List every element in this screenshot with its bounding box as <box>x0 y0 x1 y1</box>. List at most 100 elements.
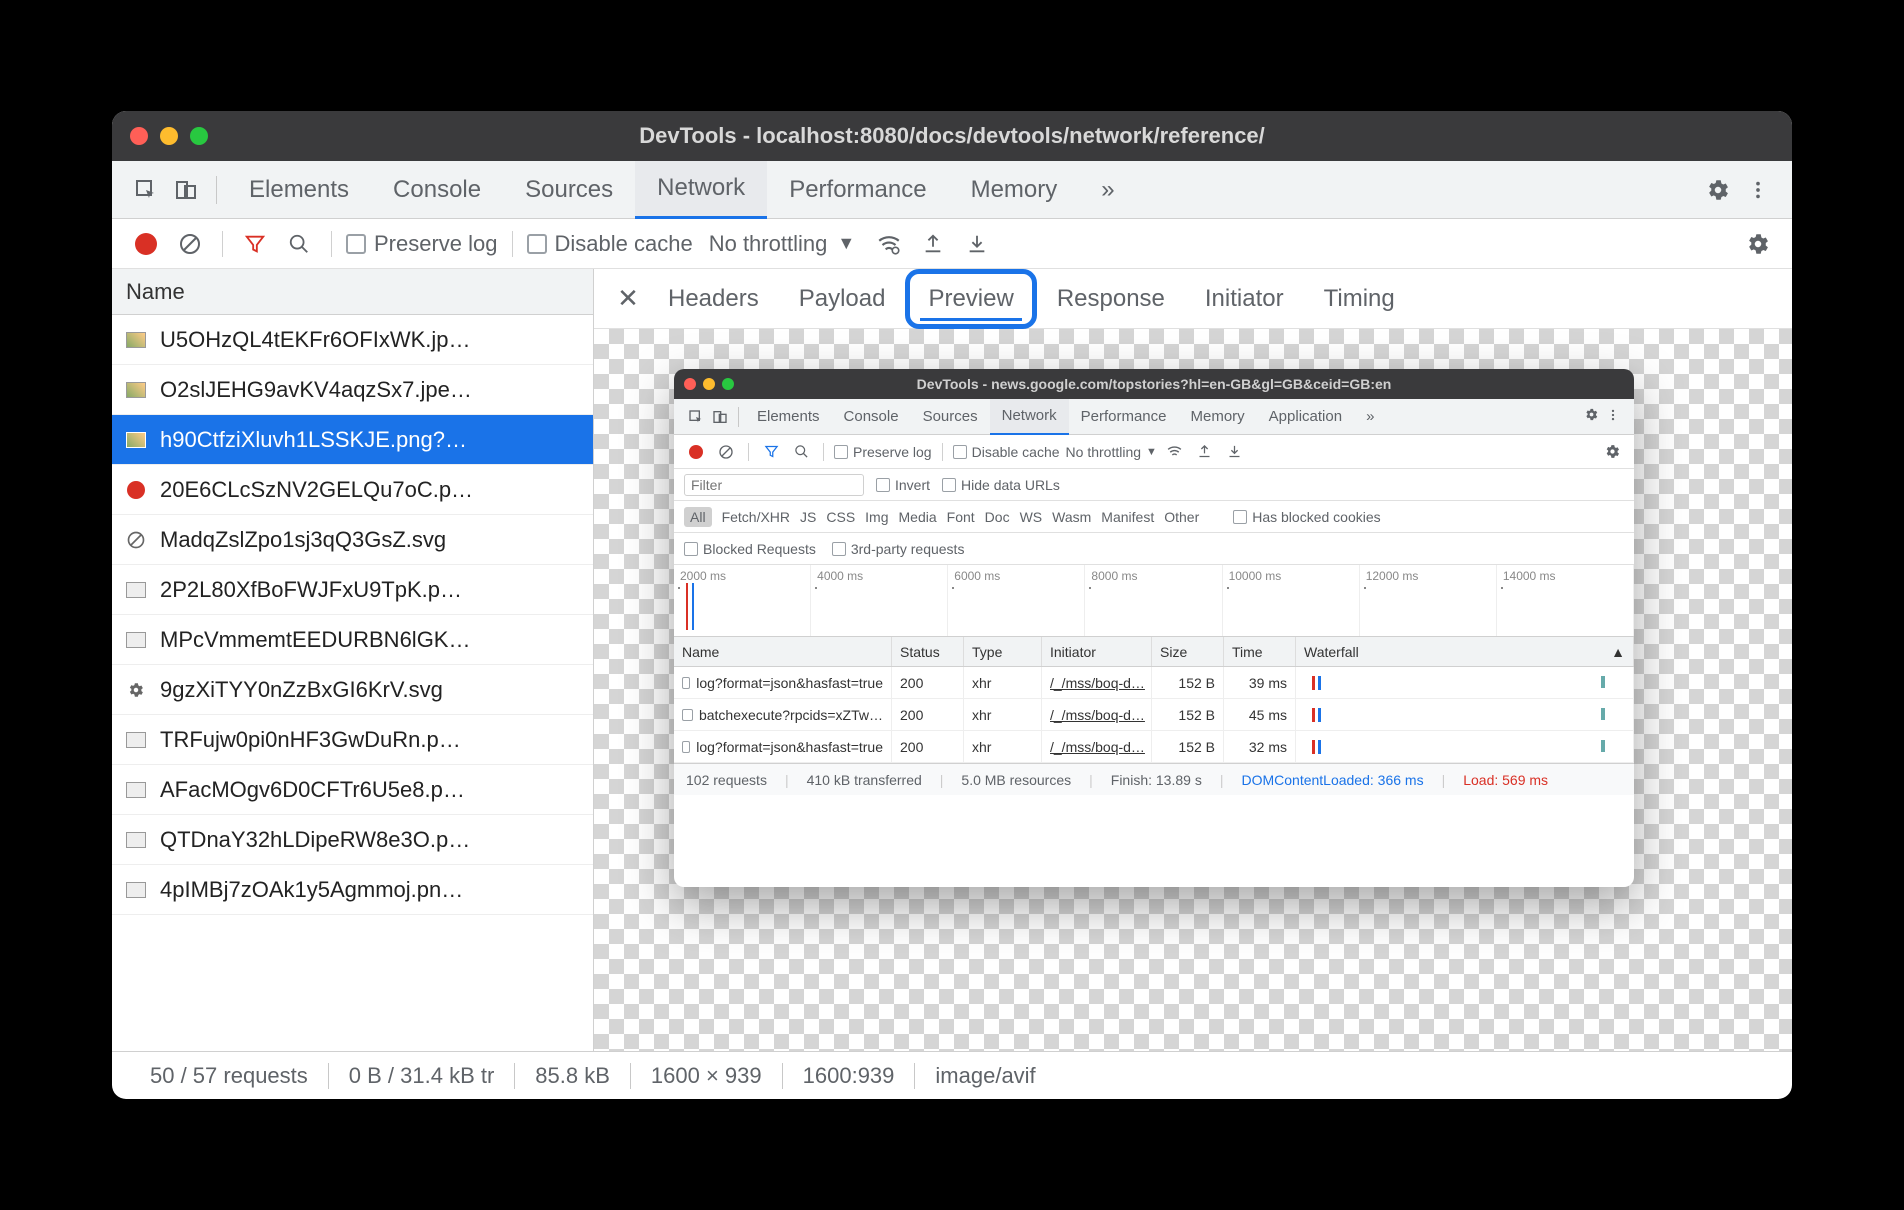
inner-timeline-tick: 12000 ms <box>1360 565 1497 636</box>
file-type-icon <box>124 430 148 450</box>
request-name: MPcVmmemtEEDURBN6lGK… <box>160 627 470 653</box>
more-tabs-button[interactable]: » <box>1079 161 1136 219</box>
upload-har-icon[interactable] <box>915 226 951 262</box>
inner-settings-icon <box>1584 407 1606 426</box>
inner-th-status: Status <box>892 637 964 666</box>
traffic-lights <box>130 127 208 145</box>
window-title: DevTools - localhost:8080/docs/devtools/… <box>639 123 1265 149</box>
download-har-icon[interactable] <box>959 226 995 262</box>
request-row[interactable]: 4pIMBj7zOAk1y5Agmmoj.pn… <box>112 865 593 915</box>
device-toolbar-icon[interactable] <box>166 170 206 210</box>
inner-th-initiator: Initiator <box>1042 637 1152 666</box>
request-name: MadqZslZpo1sj3qQ3GsZ.svg <box>160 527 446 553</box>
status-mime: image/avif <box>915 1063 1055 1089</box>
inner-wifi-icon <box>1163 443 1187 460</box>
clear-button[interactable] <box>172 226 208 262</box>
detail-tab-headers[interactable]: Headers <box>648 269 779 329</box>
request-name: 20E6CLcSzNV2GELQu7oC.p… <box>160 477 473 503</box>
inner-type-filter-doc: Doc <box>985 509 1010 525</box>
inspect-element-icon[interactable] <box>126 170 166 210</box>
request-row[interactable]: U5OHzQL4tEKFr6OFIxWK.jp… <box>112 315 593 365</box>
file-type-icon <box>124 830 148 850</box>
inner-type-filter-wasm: Wasm <box>1052 509 1091 525</box>
request-name: 2P2L80XfBoFWJFxU9TpK.p… <box>160 577 462 603</box>
request-row[interactable]: O2slJEHG9avKV4aqzSx7.jpe… <box>112 365 593 415</box>
filter-funnel-icon[interactable] <box>237 226 273 262</box>
inner-close-icon <box>684 378 696 390</box>
request-row[interactable]: 2P2L80XfBoFWJFxU9TpK.p… <box>112 565 593 615</box>
network-conditions-icon[interactable] <box>871 226 907 262</box>
inner-tab-sources: Sources <box>911 399 990 435</box>
request-row[interactable]: MadqZslZpo1sj3qQ3GsZ.svg <box>112 515 593 565</box>
inner-3rd-party-checkbox: 3rd-party requests <box>832 541 965 557</box>
detail-tab-timing[interactable]: Timing <box>1304 269 1415 329</box>
inner-timeline-tick: 8000 ms <box>1085 565 1222 636</box>
inner-request-row: batchexecute?rpcids=xZTw…200xhr/_/mss/bo… <box>674 699 1634 731</box>
close-window-button[interactable] <box>130 127 148 145</box>
inner-type-filter-css: CSS <box>826 509 855 525</box>
disable-cache-label: Disable cache <box>555 231 693 257</box>
main-tab-console[interactable]: Console <box>371 161 503 219</box>
inner-kebab-icon <box>1606 408 1624 426</box>
detail-tab-response[interactable]: Response <box>1037 269 1185 329</box>
inner-tab-console: Console <box>832 399 911 435</box>
request-row[interactable]: TRFujw0pi0nHF3GwDuRn.p… <box>112 715 593 765</box>
main-tab-network[interactable]: Network <box>635 161 767 219</box>
status-aspect: 1600:939 <box>783 1063 915 1089</box>
record-button[interactable] <box>128 226 164 262</box>
settings-gear-icon[interactable] <box>1698 170 1738 210</box>
request-name: 4pIMBj7zOAk1y5Agmmoj.pn… <box>160 877 463 903</box>
inner-toolbar: Preserve log Disable cache No throttling… <box>674 435 1634 469</box>
main-tab-elements[interactable]: Elements <box>227 161 371 219</box>
inner-th-name: Name <box>674 637 892 666</box>
inner-invert-checkbox: Invert <box>876 477 930 493</box>
request-row[interactable]: AFacMOgv6D0CFTr6U5e8.p… <box>112 765 593 815</box>
inner-type-filter-other: Other <box>1164 509 1199 525</box>
inner-tab-network: Network <box>990 399 1069 435</box>
inner-status-load: Load: 569 ms <box>1463 772 1548 788</box>
request-row[interactable]: 20E6CLcSzNV2GELQu7oC.p… <box>112 465 593 515</box>
maximize-window-button[interactable] <box>190 127 208 145</box>
disable-cache-checkbox[interactable]: Disable cache <box>527 231 693 257</box>
detail-tab-payload[interactable]: Payload <box>779 269 906 329</box>
request-row[interactable]: 9gzXiTYY0nZzBxGI6KrV.svg <box>112 665 593 715</box>
request-row[interactable]: QTDnaY32hLDipeRW8e3O.p… <box>112 815 593 865</box>
request-name: TRFujw0pi0nHF3GwDuRn.p… <box>160 727 461 753</box>
close-details-button[interactable]: ✕ <box>608 283 648 314</box>
file-type-icon <box>124 880 148 900</box>
inner-inspect-icon <box>684 409 708 425</box>
file-type-icon <box>124 580 148 600</box>
preserve-log-checkbox[interactable]: Preserve log <box>346 231 498 257</box>
inner-titlebar: DevTools - news.google.com/topstories?hl… <box>674 369 1634 399</box>
request-row[interactable]: h90CtfziXluvh1LSSKJE.png?… <box>112 415 593 465</box>
inner-throttling-select: No throttling▼ <box>1066 444 1157 460</box>
inner-timeline-tick: 2000 ms <box>674 565 811 636</box>
throttling-select[interactable]: No throttling ▼ <box>701 231 863 257</box>
inner-th-waterfall: Waterfall▲ <box>1296 637 1634 666</box>
inner-status-resources: 5.0 MB resources <box>961 772 1071 788</box>
detail-tab-initiator[interactable]: Initiator <box>1185 269 1304 329</box>
inner-download-icon <box>1223 444 1247 459</box>
status-transferred: 0 B / 31.4 kB tr <box>329 1063 515 1089</box>
search-icon[interactable] <box>281 226 317 262</box>
network-settings-icon[interactable] <box>1740 226 1776 262</box>
requests-name-column-header[interactable]: Name <box>112 269 593 315</box>
request-name: AFacMOgv6D0CFTr6U5e8.p… <box>160 777 465 803</box>
inner-th-size: Size <box>1152 637 1224 666</box>
inner-status-dcl: DOMContentLoaded: 366 ms <box>1241 772 1423 788</box>
file-type-icon <box>124 780 148 800</box>
main-tab-sources[interactable]: Sources <box>503 161 635 219</box>
main-tab-memory[interactable]: Memory <box>949 161 1080 219</box>
detail-tab-preview[interactable]: Preview <box>905 269 1036 329</box>
inner-timeline-tick: 4000 ms <box>811 565 948 636</box>
minimize-window-button[interactable] <box>160 127 178 145</box>
inner-type-filter-ws: WS <box>1020 509 1043 525</box>
kebab-menu-icon[interactable] <box>1738 170 1778 210</box>
request-name: O2slJEHG9avKV4aqzSx7.jpe… <box>160 377 472 403</box>
request-row[interactable]: MPcVmmemtEEDURBN6lGK… <box>112 615 593 665</box>
file-type-icon <box>124 480 148 500</box>
main-tab-performance[interactable]: Performance <box>767 161 948 219</box>
file-type-icon <box>124 630 148 650</box>
inner-device-icon <box>708 409 732 425</box>
inner-tab-memory: Memory <box>1179 399 1257 435</box>
